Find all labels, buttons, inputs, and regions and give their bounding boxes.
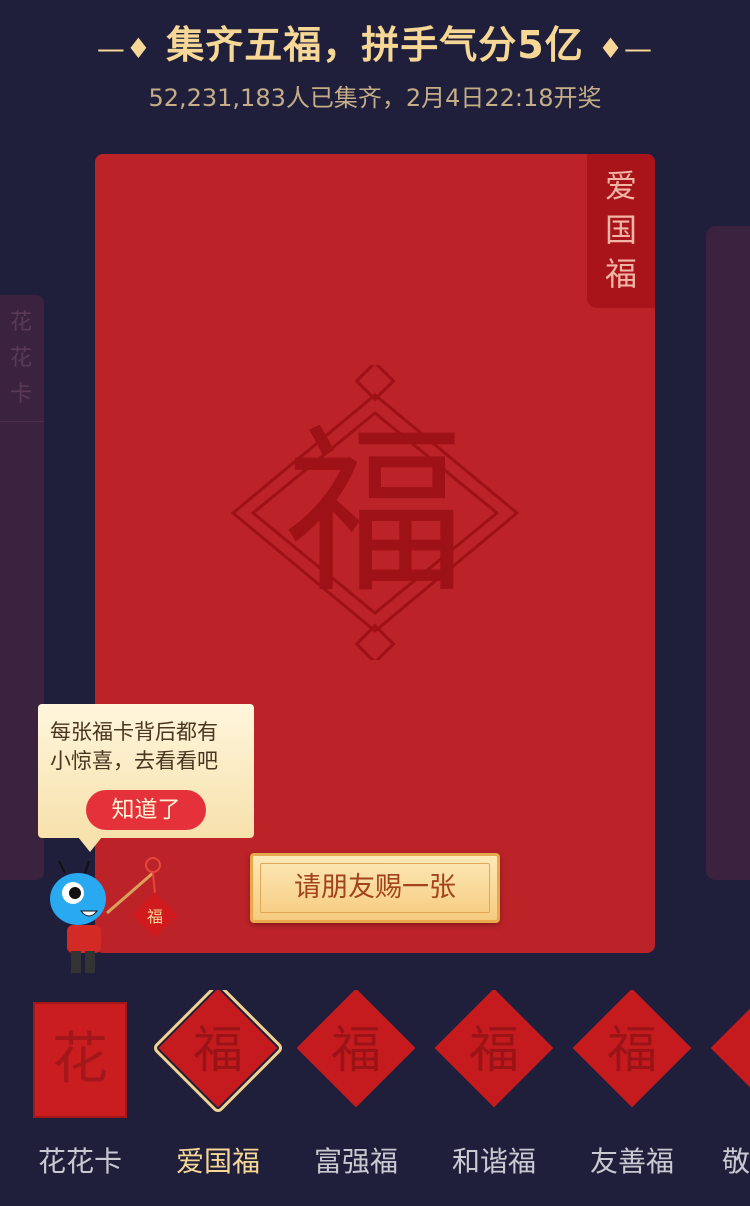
title-text: 集齐五福，拼手气分5亿 bbox=[166, 23, 584, 67]
emblem-char: 福 bbox=[285, 409, 465, 618]
mascot-icon[interactable]: 福 bbox=[45, 855, 185, 980]
collected-count-text: 52,231,183人已集齐，2月4日22:18开奖 bbox=[148, 84, 602, 112]
hint-tooltip: 每张福卡背后都有 小惊喜，去看看吧 知道了 bbox=[38, 704, 254, 852]
tab-label: 友善福 bbox=[589, 1145, 674, 1178]
hint-text: 每张福卡背后都有 小惊喜，去看看吧 bbox=[50, 718, 250, 776]
next-card-peek[interactable] bbox=[706, 226, 750, 880]
hint-text-line-1: 每张福卡背后都有 bbox=[50, 720, 218, 744]
ask-friend-button[interactable]: 请朋友赐一张 bbox=[250, 853, 500, 923]
tab-label: 爱国福 bbox=[175, 1145, 260, 1178]
tab-label: 和谐福 bbox=[451, 1145, 536, 1178]
tab-thumb-jingyefu bbox=[710, 990, 750, 1108]
tab-jingyefu[interactable]: 敬 bbox=[705, 990, 750, 1190]
hint-text-line-2: 小惊喜，去看看吧 bbox=[50, 749, 218, 773]
tab-youshanfu[interactable]: 福 友善福 bbox=[567, 990, 697, 1190]
got-it-button[interactable]: 知道了 bbox=[86, 790, 206, 830]
tab-thumb-glyph: 福 bbox=[469, 1021, 519, 1079]
tab-label: 花花卡 bbox=[37, 1145, 122, 1178]
tab-label: 富强福 bbox=[313, 1145, 398, 1178]
card-tabs: 花 花花卡 福 爱国福 福 富强福 福 和谐福 福 友善福 敬 bbox=[0, 990, 750, 1206]
card-tag-char-2: 国 bbox=[604, 211, 637, 249]
tab-thumb-glyph: 福 bbox=[331, 1021, 381, 1079]
tab-fuqiangfu[interactable]: 福 富强福 bbox=[291, 990, 421, 1190]
title-deco-left: —♦ bbox=[96, 32, 153, 65]
card-tag-char-1: 爱 bbox=[604, 167, 637, 205]
mascot-charm-char: 福 bbox=[147, 907, 163, 926]
tab-huahuaka[interactable]: 花 花花卡 bbox=[15, 990, 145, 1190]
card-type-tag: 爱 国 福 bbox=[587, 154, 655, 308]
fu-diamond-icon: 福 bbox=[230, 365, 520, 660]
card-tag-char-3: 福 bbox=[604, 255, 637, 293]
tab-thumb-glyph: 福 bbox=[193, 1021, 243, 1079]
tab-thumb-glyph: 福 bbox=[607, 1021, 657, 1079]
prev-card-label: 花花卡 bbox=[9, 310, 32, 407]
tab-aiguofu[interactable]: 福 爱国福 bbox=[151, 990, 285, 1190]
page-title: —♦ 集齐五福，拼手气分5亿 ♦— bbox=[0, 14, 750, 69]
tab-thumb-huahuaka: 花 bbox=[33, 1002, 127, 1118]
title-deco-right: ♦— bbox=[597, 32, 654, 65]
tab-hexiefu[interactable]: 福 和谐福 bbox=[429, 990, 559, 1190]
tab-label: 敬 bbox=[722, 1145, 750, 1178]
